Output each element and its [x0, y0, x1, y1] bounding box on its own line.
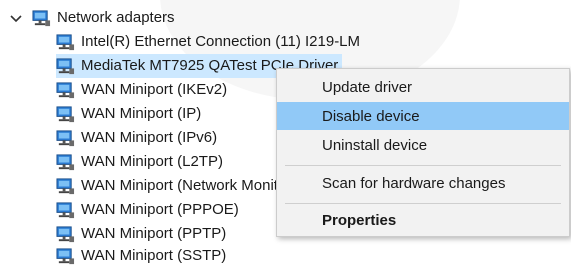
network-adapter-icon — [56, 129, 75, 146]
tree-item-label: WAN Miniport (PPPOE) — [81, 201, 239, 218]
tree-item[interactable]: WAN Miniport (PPTP) — [56, 222, 226, 246]
menu-item-label: Properties — [322, 211, 397, 229]
menu-separator — [285, 203, 561, 204]
tree-item-label: Intel(R) Ethernet Connection (11) I219-L… — [81, 33, 361, 50]
menu-separator — [285, 165, 561, 166]
menu-item-properties[interactable]: Properties — [277, 206, 569, 234]
network-adapter-icon — [56, 81, 75, 98]
tree-item-label: WAN Miniport (IPv6) — [81, 129, 218, 146]
network-adapter-icon — [32, 9, 51, 26]
network-adapter-icon — [56, 57, 75, 74]
tree-item-label: WAN Miniport (SSTP) — [81, 247, 227, 264]
tree-item[interactable]: WAN Miniport (IPv6) — [56, 126, 217, 150]
menu-item-update-driver[interactable]: Update driver — [277, 73, 569, 101]
tree-category-label: Network adapters — [57, 9, 175, 26]
network-adapter-icon — [56, 247, 75, 264]
chevron-down-icon[interactable] — [8, 10, 24, 26]
tree-item-label: WAN Miniport (IKEv2) — [81, 81, 228, 98]
tree-item[interactable]: Intel(R) Ethernet Connection (11) I219-L… — [56, 30, 360, 54]
tree-category-network-adapters[interactable]: Network adapters — [0, 6, 230, 30]
menu-item-label: Disable device — [322, 107, 420, 125]
tree-item[interactable]: WAN Miniport (IKEv2) — [56, 78, 227, 102]
context-menu: Update driver Disable device Uninstall d… — [276, 68, 570, 237]
network-adapter-icon — [56, 105, 75, 122]
tree-item-label: WAN Miniport (L2TP) — [81, 153, 223, 170]
network-adapter-icon — [56, 177, 75, 194]
tree-item[interactable]: WAN Miniport (L2TP) — [56, 150, 223, 174]
tree-item[interactable]: WAN Miniport (IP) — [56, 102, 201, 126]
network-adapter-icon — [56, 33, 75, 50]
menu-item-uninstall-device[interactable]: Uninstall device — [277, 131, 569, 159]
tree-item-label: WAN Miniport (PPTP) — [81, 225, 227, 242]
tree-item[interactable]: WAN Miniport (PPPOE) — [56, 198, 239, 222]
menu-item-label: Update driver — [322, 78, 413, 96]
menu-item-disable-device[interactable]: Disable device — [277, 102, 569, 130]
tree-item[interactable]: WAN Miniport (SSTP) — [56, 244, 226, 268]
menu-item-scan-hardware[interactable]: Scan for hardware changes — [277, 169, 569, 197]
network-adapter-icon — [56, 153, 75, 170]
network-adapter-icon — [56, 225, 75, 242]
network-adapter-icon — [56, 201, 75, 218]
menu-item-label: Uninstall device — [322, 136, 428, 154]
tree-item-label: WAN Miniport (IP) — [81, 105, 202, 122]
menu-item-label: Scan for hardware changes — [322, 174, 506, 192]
tree-item-label: WAN Miniport (Network Monitor) — [81, 177, 297, 194]
tree-item[interactable]: WAN Miniport (Network Monitor) — [56, 174, 296, 198]
